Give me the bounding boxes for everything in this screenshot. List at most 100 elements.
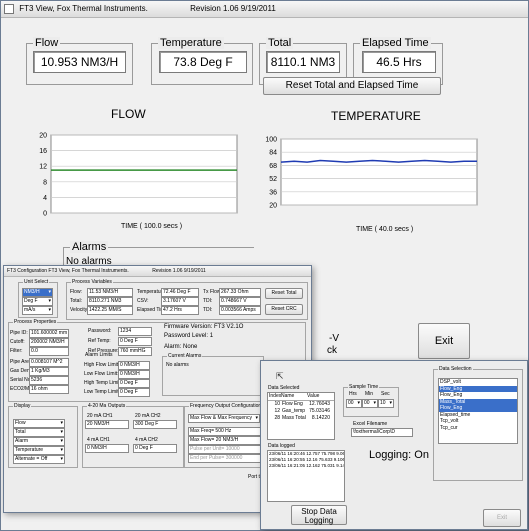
high-temp-limit-value[interactable]: 0 Deg F [118,379,150,388]
partial-label-v: -V [329,333,339,344]
table-row[interactable]: 10 Flow Eng 12.76043 [268,401,334,408]
display-label: Display [13,403,32,410]
y-tick-label: 36 [269,189,277,196]
pp-pipe-id-key: Pipe ID: [10,330,28,336]
temperature-chart-title: TEMPERATURE [331,109,421,123]
sample-sec-label: Sec [381,391,390,397]
ch1-20-value[interactable]: 20 NM3/H [85,420,129,429]
elapsed-value: 46.5 Hrs [362,51,436,73]
row-value: 75.03146 [309,408,330,414]
pv-flow-value: 11.53 NM3/H [87,288,133,297]
main-exit-button[interactable]: Exit [418,323,470,359]
y-tick-label: 4 [43,195,47,202]
password-value[interactable]: 1234 [118,327,152,336]
process-variables-label: Process Variables [71,279,113,286]
pp-cutoff-value: 200002 NM3/H [29,338,69,347]
pv-total-value: 8110.271 NM3 [87,297,133,306]
outputs-label: 4-20 Ma Outputs [87,403,127,410]
firmware-version: Firmware Version: FT3 V2.1O [164,324,244,330]
y-tick-label: 100 [265,137,277,144]
display-line3-select[interactable]: Alarm [13,437,65,446]
temperature-value: 73.8 Deg F [159,51,247,73]
row-value: 12.76043 [309,401,330,407]
stop-logging-line2: Logging [304,516,334,525]
data-selected-header: Index Name Value [268,393,334,401]
flow-value: 10.953 NM3/H [33,51,126,73]
logging-status: Logging: On [369,449,429,461]
pv-temp-value: 72.46 Deg F [161,288,199,297]
high-temp-limit-key: High Temp Limit: [84,380,122,386]
excel-filename-field[interactable]: \foxthermal\Corp\D [351,428,413,437]
max-flow-field[interactable]: Max Flow= 20 NM3/H [188,436,262,445]
data-selected-table[interactable]: Index Name Value 10 Flow Eng 12.76043 12… [267,392,335,440]
flow-chart-xlabel: TIME ( 100.0 secs ) [121,223,183,230]
ch2-4-value[interactable]: 0 Deg F [133,444,177,453]
col-index: Index [269,393,282,399]
ref-temp-value[interactable]: 0 Deg F [118,337,152,346]
reset-total-button[interactable]: Reset Total [265,288,303,299]
col-value: Value [307,393,320,399]
sample-min-select[interactable]: 00 [362,399,378,408]
freq-mode-select[interactable]: Max Flow & Max Frequency [188,414,260,423]
temp-unit-select[interactable]: Deg F [22,297,53,306]
pp-eco2-value: 16 ohm [29,385,69,394]
sample-time-group: Sample Time Hrs Min Sec 00 00 10 [343,384,399,417]
reset-crc-button[interactable]: Reset CRC [265,304,303,315]
row-index: 28 [274,415,280,421]
display-line1-select[interactable]: Flow [13,419,65,428]
low-flow-limit-key: Low Flow Limit: [84,371,119,377]
list-item[interactable]: Tcp_cur [439,425,517,432]
display-line4-select[interactable]: Temperature [13,446,65,455]
display-line2-select[interactable]: Total [13,428,65,437]
freq-output-label: Frequency Output Configuration [189,403,263,410]
reset-total-elapsed-button[interactable]: Reset Total and Elapsed Time [263,77,441,95]
ch2-4-label: 4 mA CH2 [135,437,158,443]
app-icon [4,3,14,14]
stop-logging-button[interactable]: Stop Data Logging [291,505,347,525]
data-selection-list[interactable]: DSP_volt Flow_Eng Flow_Eng Mass_Total Fl… [438,378,518,444]
table-row[interactable]: 12 Gas_temp 75.03146 [268,408,334,415]
logger-exit-button[interactable]: Exit [483,509,521,527]
pp-filter-key: Filter: [10,348,23,354]
ref-pressure-value[interactable]: 760 mmHG [118,347,152,356]
ch2-20-value[interactable]: 300 Deg F [133,420,177,429]
alarms-label: Alarms [70,241,109,253]
sample-sec-select[interactable]: 10 [378,399,394,408]
flow-chart-title: FLOW [111,107,146,121]
display-alternate-select[interactable]: Alternate = Off [13,455,65,464]
sample-hrs-select[interactable]: 00 [346,399,362,408]
config-revision: Revision 1.06 9/19/2011 [152,268,206,274]
low-flow-limit-value[interactable]: 0 NM3/H [118,370,150,379]
low-temp-limit-value[interactable]: 0 Deg F [118,388,150,397]
max-freq-field[interactable]: Max Freq= 500 Hz [188,427,262,436]
extra-unit-select[interactable]: mA/s [22,306,53,315]
flow-unit-select[interactable]: NM3/H [22,288,53,297]
ch1-4-value[interactable]: 0 NM3/H [85,444,129,453]
pv-velocity-value: 1422.25 MM/S [87,306,133,315]
high-flow-limit-value[interactable]: 0 NM3/H [118,361,150,370]
pv-velocity-key: Velocity: [70,307,89,313]
password-level: Password Level: 1 [164,333,214,339]
flow-chart: 0 4 8 12 16 20 [39,133,238,218]
temperature-label: Temperature [158,37,224,49]
pp-serial-value: 5236 [29,376,69,385]
data-selection-label: Data Selection [438,366,473,373]
pp-cutoff-key: Cutoff: [10,339,25,345]
data-logged-label: Data logged [268,443,295,449]
total-label: Total [266,37,294,49]
y-tick-label: 8 [43,179,47,186]
pp-pipe-area-value: 0.008107 M^2 [29,358,69,367]
mouse-cursor-icon: ⇱ [276,371,284,381]
data-logged-list[interactable]: 23/06/11 16:20:46 12.757 75.798 9.06 23/… [267,450,345,502]
pulse-unit-field[interactable]: Pulse per Unit= 10000 [188,445,262,454]
elapsed-label: Elapsed Time [360,37,431,49]
y-tick-label: 68 [269,163,277,170]
ch1-4-label: 4 mA CH1 [87,437,110,443]
alarm-status: Alarm: None [164,344,198,350]
main-revision: Revision 1.06 9/19/2011 [190,4,276,13]
end-pulse-field[interactable]: End per Pulse= 300000 [188,454,262,463]
table-row[interactable]: 28 Mass Total 8.14220 [268,415,334,422]
unit-select-label: Unit Select [23,279,50,286]
display-group: Display Flow Total Alarm Temperature Alt… [8,403,78,468]
pv-csv-key: CSV: [137,298,149,304]
